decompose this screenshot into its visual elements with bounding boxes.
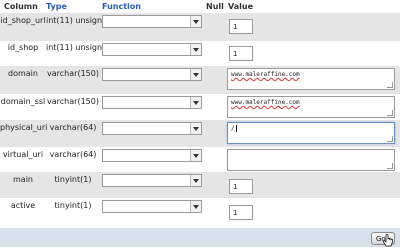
column-type: int(11) unsigned <box>46 43 113 52</box>
column-name: physical_uri <box>0 123 48 132</box>
value-input[interactable]: 1 <box>229 46 253 61</box>
header-column: Column <box>4 2 38 11</box>
table-header: Column Type Function Null Value <box>0 0 400 13</box>
chevron-down-icon[interactable] <box>190 44 201 55</box>
value-textarea[interactable] <box>227 149 395 171</box>
column-name: id_shop <box>7 43 39 52</box>
column-name: active <box>10 201 36 210</box>
column-name: domain_ssl <box>0 97 46 106</box>
chevron-down-icon[interactable] <box>190 150 201 161</box>
column-name: virtual_uri <box>2 150 44 159</box>
header-type[interactable]: Type <box>46 2 67 11</box>
function-select[interactable] <box>102 96 202 109</box>
column-name: id_shop_url <box>0 16 46 25</box>
hand-pointer-icon <box>383 234 393 247</box>
function-select[interactable] <box>102 174 202 187</box>
function-select[interactable] <box>102 200 202 213</box>
chevron-down-icon[interactable] <box>190 16 201 27</box>
column-type: int(11) unsigned <box>46 16 113 25</box>
resize-grip-icon[interactable] <box>387 136 393 142</box>
value-input[interactable]: 1 <box>229 205 253 220</box>
chevron-down-icon[interactable] <box>190 201 201 212</box>
value-text: / <box>231 125 235 132</box>
resize-grip-icon[interactable] <box>387 82 393 88</box>
resize-grip-icon[interactable] <box>387 163 393 169</box>
chevron-down-icon[interactable] <box>190 69 201 80</box>
chevron-down-icon[interactable] <box>190 97 201 108</box>
column-type: varchar(64) <box>49 123 97 132</box>
value-textarea[interactable]: /​ <box>227 122 395 144</box>
column-type: varchar(64) <box>49 150 97 159</box>
value-input[interactable]: 1 <box>229 19 253 34</box>
value-input[interactable]: 1 <box>229 179 253 194</box>
column-name: domain <box>8 69 38 78</box>
table-row: domain varchar(150) www.maleraffine.com <box>0 66 400 97</box>
chevron-down-icon[interactable] <box>190 175 201 186</box>
column-type: tinyint(1) <box>54 175 92 184</box>
header-function[interactable]: Function <box>102 2 141 11</box>
header-value: Value <box>228 2 254 11</box>
column-name: main <box>13 175 33 184</box>
function-select[interactable] <box>102 43 202 56</box>
form-footer <box>0 228 400 247</box>
value-textarea[interactable]: www.maleraffine.com <box>227 96 395 118</box>
table-row: id_shop_url int(11) unsigned 1 <box>0 13 400 44</box>
function-select[interactable] <box>102 68 202 81</box>
table-row: active tinyint(1) 1 <box>0 198 400 228</box>
chevron-down-icon[interactable] <box>190 123 201 134</box>
value-text: www.maleraffine.com <box>231 99 300 106</box>
column-type: tinyint(1) <box>54 201 92 210</box>
column-type: varchar(150) <box>47 69 99 78</box>
resize-grip-icon[interactable] <box>387 110 393 116</box>
function-select[interactable] <box>102 149 202 162</box>
value-text: www.maleraffine.com <box>231 71 300 78</box>
column-type: varchar(150) <box>47 97 99 106</box>
function-select[interactable] <box>102 122 202 135</box>
header-null: Null <box>206 2 224 11</box>
value-textarea[interactable]: www.maleraffine.com <box>227 68 395 90</box>
function-select[interactable] <box>102 15 202 28</box>
